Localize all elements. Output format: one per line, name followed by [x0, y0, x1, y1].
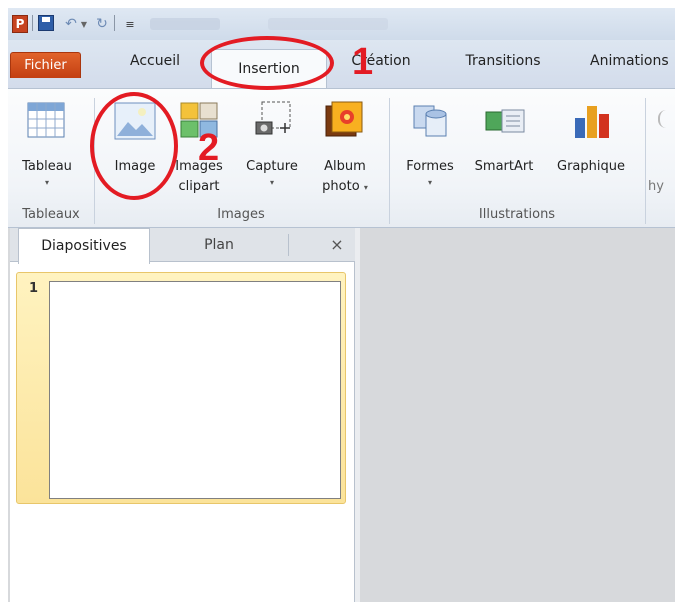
- images-clipart-label-2: clipart: [178, 179, 220, 194]
- dropdown-arrow-icon: ▾: [44, 178, 49, 187]
- redo-icon[interactable]: ↻: [94, 15, 110, 33]
- graphique-button[interactable]: Graphique: [544, 98, 638, 198]
- formes-button[interactable]: Formes ▾: [398, 98, 462, 198]
- annotation-circle-image: [90, 92, 178, 200]
- graphique-label: Graphique: [557, 159, 625, 174]
- toolbar-separator: [32, 15, 33, 31]
- smartart-label: SmartArt: [474, 159, 534, 174]
- smartart-button[interactable]: SmartArt: [466, 98, 542, 198]
- formes-label: Formes: [406, 159, 454, 174]
- slide-thumbnail-selected[interactable]: 1: [16, 272, 346, 504]
- photo-album-icon: [325, 101, 363, 137]
- slide-number: 1: [29, 281, 39, 296]
- tab-animations[interactable]: Animations: [590, 50, 675, 72]
- powerpoint-window: P ↶ ▼ ↻ ≡ Fichier Accueil Insertion Créa…: [8, 8, 675, 602]
- blurred-area: [268, 18, 388, 30]
- capture-button[interactable]: Capture ▾: [238, 98, 306, 198]
- tableau-button[interactable]: Tableau ▾: [12, 98, 82, 198]
- hyperlink-button-cut-off[interactable]: hy: [648, 178, 675, 198]
- smartart-icon: [485, 109, 525, 133]
- save-icon[interactable]: [38, 15, 54, 31]
- tab-creation[interactable]: Création: [336, 50, 426, 72]
- tab-transitions[interactable]: Transitions: [448, 50, 558, 72]
- slide-thumbnail[interactable]: [49, 281, 341, 499]
- customize-toolbar-icon[interactable]: ≡: [124, 15, 136, 33]
- tab-accueil[interactable]: Accueil: [120, 50, 190, 72]
- pane-tab-divider: [288, 234, 289, 256]
- annotation-circle-insertion: [200, 36, 334, 90]
- dropdown-arrow-icon: ▾: [269, 178, 274, 187]
- slide-workspace[interactable]: [360, 228, 675, 602]
- album-photo-button[interactable]: Album photo ▾: [310, 98, 380, 198]
- group-label-images: Images: [217, 207, 265, 222]
- album-photo-label-1: Album: [324, 159, 366, 174]
- group-label-illustrations: Illustrations: [478, 207, 556, 222]
- chart-icon: [575, 106, 609, 138]
- tab-fichier[interactable]: Fichier: [10, 52, 81, 78]
- group-label-tableaux: Tableaux: [22, 207, 80, 222]
- powerpoint-app-icon[interactable]: P: [12, 15, 28, 33]
- toolbar-separator: [114, 15, 115, 31]
- undo-dropdown-icon[interactable]: ▼: [80, 15, 88, 33]
- annotation-step-1: 1: [352, 41, 374, 83]
- blurred-area: [150, 18, 220, 30]
- table-icon: [27, 102, 65, 138]
- undo-icon[interactable]: ↶: [63, 15, 79, 33]
- title-bar: P ↶ ▼ ↻ ≡: [8, 8, 675, 40]
- close-icon[interactable]: ×: [326, 228, 348, 262]
- partial-icon: [658, 110, 670, 128]
- tab-plan[interactable]: Plan: [150, 228, 288, 262]
- slides-pane: Diapositives Plan × 1: [10, 228, 355, 602]
- album-photo-label-2: photo ▾: [322, 179, 368, 194]
- tab-diapositives[interactable]: Diapositives: [18, 228, 150, 264]
- shapes-icon: [413, 105, 447, 137]
- capture-label: Capture: [246, 159, 298, 174]
- tableau-label: Tableau: [22, 159, 72, 174]
- group-separator: [645, 98, 646, 224]
- hyperlink-label: hy: [648, 179, 664, 194]
- annotation-step-2: 2: [198, 127, 220, 169]
- group-separator: [389, 98, 390, 224]
- dropdown-arrow-icon: ▾: [427, 178, 432, 187]
- screenshot-icon: [255, 101, 291, 135]
